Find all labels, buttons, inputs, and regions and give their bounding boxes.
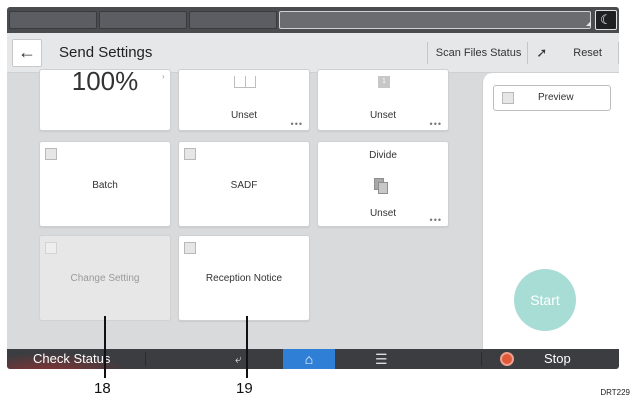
status-segment [189, 11, 277, 29]
page-title: Send Settings [59, 44, 153, 61]
energy-saver-moon-icon[interactable]: ☾ [595, 10, 617, 30]
status-strip: ☾ [7, 7, 619, 33]
bottom-bar: Check Status ⤶ ⌂ ☰ Stop [7, 349, 619, 369]
header-actions: Scan Files Status ➚ Reset [426, 33, 619, 73]
page-number-icon: 1 [378, 76, 390, 88]
control-panel-screen: ☾ ← Send Settings Scan Files Status ➚ Re… [7, 7, 619, 369]
preview-label: Preview [538, 92, 574, 103]
stop-button[interactable]: Stop [544, 349, 571, 369]
callout-line-19 [246, 316, 248, 378]
duplex-status: Unset [230, 110, 258, 121]
reception-notice-tile[interactable]: Reception Notice [178, 235, 310, 321]
preview-checkbox[interactable] [502, 92, 514, 104]
change-setting-tile: Change Setting [39, 235, 171, 321]
divide-tile[interactable]: Divide Unset ••• [317, 141, 449, 227]
duplex-tile[interactable]: Unset ••• [178, 69, 310, 131]
more-icon: ••• [429, 215, 442, 225]
callout-label-18: 18 [94, 380, 111, 397]
status-segment [99, 11, 187, 29]
home-icon[interactable]: ⌂ [283, 349, 335, 369]
reception-notice-label: Reception Notice [205, 273, 283, 284]
divide-label: Divide [369, 150, 397, 161]
divide-pages-icon [374, 178, 390, 194]
more-icon: ••• [429, 119, 442, 129]
page-number-status: Unset [369, 110, 397, 121]
page-number-tile[interactable]: 1 Unset ••• [317, 69, 449, 131]
status-segment [9, 11, 97, 29]
batch-checkbox[interactable] [45, 148, 57, 160]
reception-notice-checkbox[interactable] [184, 242, 196, 254]
right-panel: Preview Start [482, 73, 619, 349]
divider [145, 352, 146, 366]
sadf-checkbox[interactable] [184, 148, 196, 160]
reset-button[interactable]: Reset [553, 47, 618, 59]
batch-tile[interactable]: Batch [39, 141, 171, 227]
resize-corner-icon [586, 21, 591, 26]
divider [618, 42, 619, 64]
start-button[interactable]: Start [514, 269, 576, 331]
change-setting-label: Change Setting [70, 273, 140, 284]
divider [481, 352, 482, 366]
edit-wand-icon[interactable]: ➚ [528, 45, 553, 61]
message-area [279, 11, 591, 29]
preview-button[interactable]: Preview [493, 85, 611, 111]
back-arrow-button[interactable]: ← [12, 39, 42, 67]
sadf-label: SADF [230, 180, 258, 191]
back-icon[interactable]: ⤶ [235, 349, 242, 369]
chevron-right-icon: › [162, 72, 165, 81]
scale-value: 100% [71, 66, 139, 96]
divide-status: Unset [369, 208, 397, 219]
callout-label-19: 19 [236, 380, 253, 397]
scan-files-status-button[interactable]: Scan Files Status [428, 47, 528, 59]
scale-tile[interactable]: 100% › [39, 66, 171, 131]
stop-icon[interactable] [500, 352, 514, 366]
figure-code: DRT229 [600, 388, 630, 397]
sadf-tile[interactable]: SADF [178, 141, 310, 227]
open-book-icon [234, 76, 256, 88]
more-icon: ••• [290, 119, 303, 129]
menu-icon[interactable]: ☰ [375, 349, 388, 369]
callout-line-18 [104, 316, 106, 378]
check-status-button[interactable]: Check Status [7, 349, 145, 369]
change-setting-checkbox [45, 242, 57, 254]
batch-label: Batch [92, 180, 118, 191]
